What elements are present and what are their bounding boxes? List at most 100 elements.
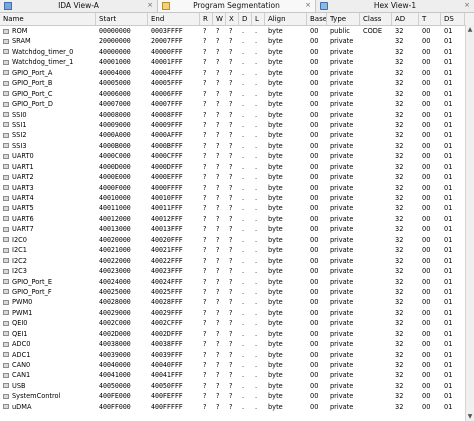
table-row[interactable]: PWM1 40029000 40029FFF???.. byte 00 private 32…	[0, 308, 474, 318]
cell-ad: 32	[395, 204, 404, 213]
close-icon[interactable]: ×	[304, 1, 312, 10]
table-row[interactable]: ROM 00000000 0003FFFF???.. byte 00 public CODE…	[0, 26, 474, 36]
cell-l: .	[255, 47, 258, 56]
vertical-scrollbar[interactable]: ▲ ▼	[465, 25, 474, 421]
cell-end: 40023FFF	[151, 267, 183, 276]
table-row[interactable]: UART2 4000E000 4000EFFF???.. byte 00 private 3…	[0, 172, 474, 182]
cell-ad: 32	[395, 371, 404, 380]
cell-start: 4002C000	[99, 319, 131, 328]
cell-end: 40006FFF	[151, 89, 183, 98]
cell-x: ?	[229, 225, 233, 234]
cell-d: .	[242, 340, 245, 349]
column-header-class[interactable]: Class	[360, 13, 392, 25]
table-row[interactable]: SystemControl 400FE000 400FEFFF???.. byte 00…	[0, 391, 474, 401]
cell-w: ?	[216, 79, 220, 88]
table-row[interactable]: UART3 4000F000 4000FFFF???.. byte 00 private 3…	[0, 183, 474, 193]
table-row[interactable]: UART5 40011000 40011FFF???.. byte 00 private 3…	[0, 203, 474, 213]
cell-name: ROM	[12, 27, 28, 35]
table-row[interactable]: GPIO_Port_E 40024000 40024FFF???.. byte 00 pr…	[0, 277, 474, 287]
cell-type: private	[330, 225, 354, 234]
column-header-ad[interactable]: AD	[392, 13, 419, 25]
column-header-end[interactable]: End	[148, 13, 200, 25]
table-row[interactable]: QEI1 4002D000 4002DFFF???.. byte 00 private 32…	[0, 329, 474, 339]
table-row[interactable]: Watchdog_timer_1 40001000 40001FFF???.. byt…	[0, 57, 474, 67]
column-header-r[interactable]: R	[200, 13, 213, 25]
table-row[interactable]: GPIO_Port_C 40006000 40006FFF???.. byte 00 pr…	[0, 89, 474, 99]
table-row[interactable]: SRAM 20000000 20007FFF???.. byte 00 private 32…	[0, 36, 474, 46]
cell-ds: 01	[444, 110, 453, 119]
table-row[interactable]: CAN1 40041000 40041FFF???.. byte 00 private 32…	[0, 370, 474, 380]
close-icon[interactable]: ×	[146, 1, 154, 10]
table-row[interactable]: UART7 40013000 40013FFF???.. byte 00 private 3…	[0, 224, 474, 234]
column-header-t[interactable]: T	[419, 13, 441, 25]
cell-end: 40029FFF	[151, 308, 183, 317]
table-row[interactable]: I2C1 40021000 40021FFF???.. byte 00 private 32…	[0, 245, 474, 255]
table-row[interactable]: SSI0 40008000 40008FFF???.. byte 00 private 32…	[0, 110, 474, 120]
table-row[interactable]: ADC1 40039000 40039FFF???.. byte 00 private 32…	[0, 350, 474, 360]
table-row[interactable]: I2C0 40020000 40020FFF???.. byte 00 private 32…	[0, 235, 474, 245]
column-header-name[interactable]: Name	[0, 13, 96, 25]
cell-align: byte	[268, 27, 283, 35]
cell-align: byte	[268, 350, 283, 359]
table-row[interactable]: QEI0 4002C000 4002CFFF???.. byte 00 private 32…	[0, 318, 474, 328]
table-row[interactable]: UART6 40012000 40012FFF???.. byte 00 private 3…	[0, 214, 474, 224]
cell-l: .	[255, 120, 258, 129]
tab-ida-view[interactable]: IDA View-A ×	[0, 0, 158, 12]
cell-ad: 32	[395, 194, 404, 202]
cell-type: private	[330, 131, 354, 140]
cell-ds: 01	[444, 68, 453, 77]
column-header-ds[interactable]: DS	[441, 13, 465, 25]
table-row[interactable]: ADC0 40038000 40038FFF???.. byte 00 private 32…	[0, 339, 474, 349]
cell-w: ?	[216, 131, 220, 140]
column-header-base[interactable]: Base	[307, 13, 327, 25]
cell-start: 40004000	[99, 68, 131, 77]
cell-t: 00	[422, 47, 431, 56]
cell-base: 00	[310, 27, 319, 35]
scroll-up-icon[interactable]: ▲	[466, 25, 474, 34]
cell-align: byte	[268, 110, 283, 119]
cell-class: CODE	[363, 27, 383, 35]
tab-hex-view[interactable]: Hex View-1 ×	[316, 0, 474, 12]
cell-x: ?	[229, 89, 233, 98]
cell-class	[363, 339, 392, 349]
cell-name: UART7	[12, 225, 34, 234]
table-row[interactable]: SSI1 40009000 40009FFF???.. byte 00 private 32…	[0, 120, 474, 130]
table-row[interactable]: UART4 40010000 40010FFF???.. byte 00 private 3…	[0, 193, 474, 203]
column-header-type[interactable]: Type	[327, 13, 360, 25]
column-header-align[interactable]: Align	[265, 13, 307, 25]
cell-base: 00	[310, 37, 319, 46]
column-header-w[interactable]: W	[213, 13, 226, 25]
table-row[interactable]: CAN0 40040000 40040FFF???.. byte 00 private 32…	[0, 360, 474, 370]
table-row[interactable]: UART1 4000D000 4000DFFF???.. byte 00 private 3…	[0, 162, 474, 172]
cell-x: ?	[229, 27, 233, 35]
column-header-d[interactable]: D	[239, 13, 252, 25]
cell-start: 40005000	[99, 79, 131, 88]
scroll-down-icon[interactable]: ▼	[466, 412, 474, 421]
tab-program-segmentation[interactable]: Program Segmentation ×	[158, 0, 316, 12]
cell-type: private	[330, 37, 354, 46]
table-row[interactable]: Watchdog_timer_0 40000000 40000FFF???.. byt…	[0, 47, 474, 57]
cell-base: 00	[310, 131, 319, 140]
cell-w: ?	[216, 267, 220, 276]
table-row[interactable]: SSI3 4000B000 4000BFFF???.. byte 00 private 32…	[0, 141, 474, 151]
table-row[interactable]: GPIO_Port_D 40007000 40007FFF???.. byte 00 pr…	[0, 99, 474, 109]
table-row[interactable]: GPIO_Port_F 40025000 40025FFF???.. byte 00 pr…	[0, 287, 474, 297]
column-header-l[interactable]: L	[252, 13, 265, 25]
column-header-x[interactable]: X	[226, 13, 239, 25]
cell-r: ?	[203, 194, 207, 202]
table-row[interactable]: UART0 4000C000 4000CFFF???.. byte 00 private 3…	[0, 151, 474, 161]
segment-table: ROM 00000000 0003FFFF???.. byte 00 public CODE…	[0, 26, 474, 412]
column-header-start[interactable]: Start	[96, 13, 148, 25]
table-row[interactable]: uDMA 400FF000 400FFFFF???.. byte 00 private 32…	[0, 402, 474, 412]
table-row[interactable]: GPIO_Port_A 40004000 40004FFF???.. byte 00 pr…	[0, 68, 474, 78]
table-row[interactable]: PWM0 40028000 40028FFF???.. byte 00 private 32…	[0, 297, 474, 307]
cell-x: ?	[229, 68, 233, 77]
cell-t: 00	[422, 235, 431, 244]
table-row[interactable]: SSI2 4000A000 4000AFFF???.. byte 00 private 32…	[0, 130, 474, 140]
table-row[interactable]: I2C2 40022000 40022FFF???.. byte 00 private 32…	[0, 256, 474, 266]
close-icon[interactable]: ×	[463, 1, 471, 10]
table-row[interactable]: USB 40050000 40050FFF???.. byte 00 private 32 0…	[0, 381, 474, 391]
table-row[interactable]: GPIO_Port_B 40005000 40005FFF???.. byte 00 pr…	[0, 78, 474, 88]
cell-end: 40050FFF	[151, 381, 183, 390]
table-row[interactable]: I2C3 40023000 40023FFF???.. byte 00 private 32…	[0, 266, 474, 276]
